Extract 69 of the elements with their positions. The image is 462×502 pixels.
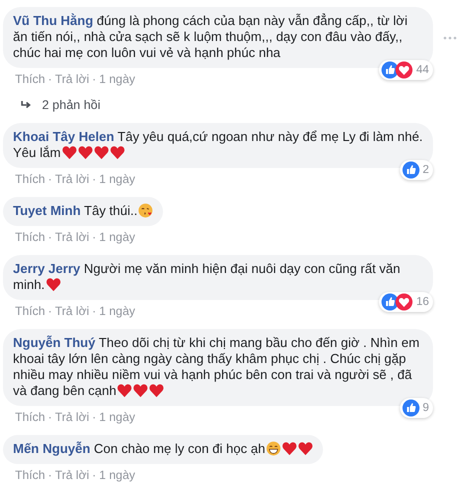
like-link[interactable]: Thích [15,410,46,424]
heart-icon [78,145,93,160]
reaction-badge[interactable]: 44 [379,60,433,80]
comment-time[interactable]: 1 ngày [99,230,136,244]
heart-icon [94,145,109,160]
comment-author[interactable]: Nguyễn Thuý [13,335,96,350]
reaction-count: 2 [422,163,429,177]
reaction-count: 9 [422,401,429,415]
separator: · [92,410,96,424]
heart-icon [62,145,77,160]
heart-icon [46,277,61,292]
like-link[interactable]: Thích [15,468,46,482]
comment-text: Vũ Thu Hằng đúng là phong cách của bạn này vẫn đẳng cấp,, từ lời ăn tiến nói,, nhà cửa sạch sẽ k luộm thuộm,,, dạy con đâu vào đấy,, chúc hai mẹ con luôn vui vẻ và hạnh phúc nha [13,13,408,61]
heart-reaction-icon [395,293,414,311]
like-link[interactable]: Thích [15,72,46,86]
comment-text: Tuyet Minh Tây thúi.. [13,203,154,219]
separator: · [92,172,96,186]
comment-text: Jerry Jerry Người mẹ văn minh hiện đại nuôi dạy con cũng rất văn minh. [13,261,402,293]
comment-author[interactable]: Jerry Jerry [13,261,80,276]
reply-link[interactable]: Trả lời [55,468,90,482]
separator: · [48,172,52,186]
comment-text: Khoai Tây Helen Tây yêu quá,cứ ngoan như này để mẹ Ly đi làm nhé. Yêu lắm [13,129,423,161]
comment-time[interactable]: 1 ngày [99,304,136,318]
comment-text: Mến Nguyễn Con chào mẹ ly con đi học ạh [13,441,314,457]
separator: · [48,410,52,424]
heart-icon [133,383,148,398]
heart-icon [149,383,164,398]
separator: · [92,304,96,318]
comment-time[interactable]: 1 ngày [99,72,136,86]
reply-link[interactable]: Trả lời [55,304,90,318]
reply-link[interactable]: Trả lời [55,172,90,186]
reaction-count: 44 [416,63,429,77]
comment-time[interactable]: 1 ngày [99,410,136,424]
separator: · [48,468,52,482]
comment-author[interactable]: Khoai Tây Helen [13,129,114,144]
reply-arrow-icon [20,100,32,110]
comment-time[interactable]: 1 ngày [99,468,136,482]
separator: · [92,468,96,482]
like-link[interactable]: Thích [15,172,46,186]
grin-face-icon [266,441,282,456]
comment-author[interactable]: Mến Nguyễn [13,441,90,456]
separator: · [48,72,52,86]
reaction-badge[interactable]: 2 [400,160,433,180]
comment-time[interactable]: 1 ngày [99,172,136,186]
separator: · [48,304,52,318]
heart-icon [110,145,125,160]
reply-link[interactable]: Trả lời [55,230,90,244]
comment-text: Nguyễn Thuý Theo dõi chị từ khi chị mang bầu cho đến giờ . Nhìn em khoai tây lớn lên càng ngày càng thấy khâm phục chị . Chúc chị gặp nhiều may nhiều niềm vui và hạnh phúc bên con trai và người sẽ , đã và đang bên cạnh [13,335,420,399]
kiss-face-icon [138,203,154,218]
separator: · [92,230,96,244]
more-options-icon[interactable] [443,36,457,40]
separator: · [92,72,96,86]
heart-icon [282,441,298,456]
heart-reaction-icon [395,61,414,79]
thumbs-up-icon [402,161,420,179]
reply-link[interactable]: Trả lời [55,410,90,424]
like-link[interactable]: Thích [15,304,46,318]
reply-link[interactable]: Trả lời [55,72,90,86]
comment-author[interactable]: Tuyet Minh [13,203,81,218]
heart-icon [298,441,314,456]
reaction-badge[interactable]: 9 [400,398,433,418]
thumbs-up-icon [402,399,420,417]
like-link[interactable]: Thích [15,230,46,244]
replies-link[interactable]: 2 phản hồi [42,98,100,112]
separator: · [48,230,52,244]
reaction-count: 16 [416,295,429,309]
reaction-badge[interactable]: 16 [379,292,433,312]
comment-author[interactable]: Vũ Thu Hằng [13,13,94,28]
heart-icon [117,383,132,398]
